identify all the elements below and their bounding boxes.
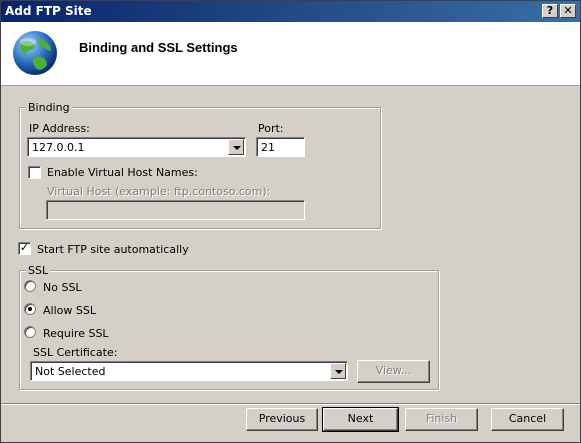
chevron-down-icon[interactable] <box>228 139 244 155</box>
page-title: Binding and SSL Settings <box>79 40 238 55</box>
next-button[interactable]: Next <box>322 407 399 432</box>
require-ssl-radio[interactable] <box>24 326 36 338</box>
cancel-button[interactable]: Cancel <box>491 408 564 431</box>
no-ssl-radio[interactable] <box>24 280 36 292</box>
port-input[interactable]: 21 <box>256 137 305 157</box>
chevron-down-icon[interactable] <box>330 363 346 379</box>
checkmark-icon: ✓ <box>19 241 30 254</box>
require-ssl-label[interactable]: Require SSL <box>43 327 109 340</box>
add-ftp-site-dialog: Add FTP Site ? ✕ Binding and SSL Setting… <box>0 0 581 443</box>
window-title: Add FTP Site <box>5 4 92 18</box>
ssl-certificate-label: SSL Certificate: <box>33 346 118 359</box>
allow-ssl-radio[interactable] <box>24 303 36 315</box>
ssl-certificate-value: Not Selected <box>35 365 106 378</box>
start-automatically-label[interactable]: Start FTP site automatically <box>37 243 189 256</box>
allow-ssl-label[interactable]: Allow SSL <box>43 304 96 317</box>
ip-address-value: 127.0.0.1 <box>32 141 85 154</box>
port-label: Port: <box>258 122 284 135</box>
wizard-header: Binding and SSL Settings <box>1 22 580 86</box>
previous-button[interactable]: Previous <box>246 408 318 431</box>
binding-legend: Binding <box>26 101 72 114</box>
virtual-host-checkbox[interactable] <box>28 166 41 179</box>
close-icon: ✕ <box>563 4 573 17</box>
start-automatically-checkbox[interactable]: ✓ <box>18 242 31 255</box>
globe-icon <box>13 31 57 75</box>
ssl-certificate-combobox[interactable]: Not Selected <box>30 361 348 381</box>
ip-address-label: IP Address: <box>29 122 90 135</box>
virtual-host-label: Virtual Host (example: ftp.contoso.com): <box>47 185 271 198</box>
port-value: 21 <box>261 141 275 154</box>
footer-separator <box>1 403 580 405</box>
help-button[interactable]: ? <box>542 4 558 18</box>
view-certificate-button[interactable]: View... <box>357 360 430 383</box>
finish-button[interactable]: Finish <box>405 408 478 431</box>
ssl-legend: SSL <box>26 264 51 277</box>
virtual-host-checkbox-label[interactable]: Enable Virtual Host Names: <box>47 166 198 179</box>
title-bar[interactable]: Add FTP Site ? ✕ <box>1 1 580 22</box>
ip-address-combobox[interactable]: 127.0.0.1 <box>27 137 246 157</box>
close-button[interactable]: ✕ <box>560 4 576 18</box>
virtual-host-input[interactable] <box>46 200 305 220</box>
no-ssl-label[interactable]: No SSL <box>43 281 82 294</box>
